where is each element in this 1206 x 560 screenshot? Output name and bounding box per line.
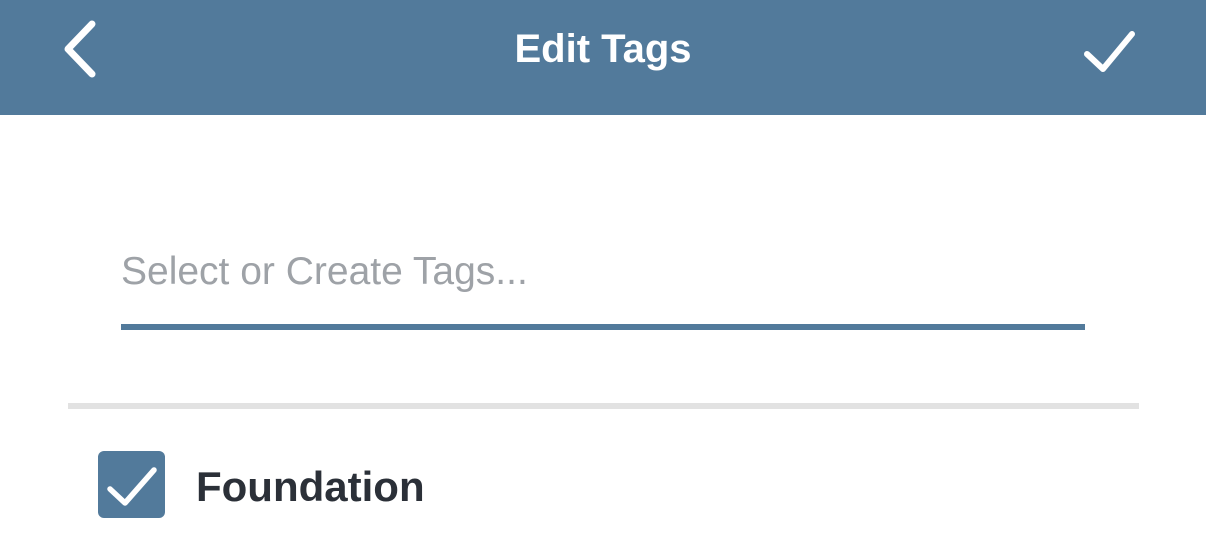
page-title: Edit Tags (514, 27, 692, 71)
tag-item-foundation[interactable]: Foundation (98, 450, 1098, 520)
header-bar: Edit Tags (0, 0, 1206, 115)
tag-search-field (121, 238, 1085, 330)
checkmark-icon (1084, 31, 1135, 72)
checkmark-icon (107, 467, 157, 506)
tag-label: Foundation (196, 463, 425, 510)
divider (68, 403, 1139, 409)
tag-search-input[interactable] (121, 238, 1085, 324)
search-underline (121, 324, 1085, 330)
confirm-button[interactable] (1078, 22, 1142, 78)
tag-checkbox[interactable] (98, 451, 165, 518)
